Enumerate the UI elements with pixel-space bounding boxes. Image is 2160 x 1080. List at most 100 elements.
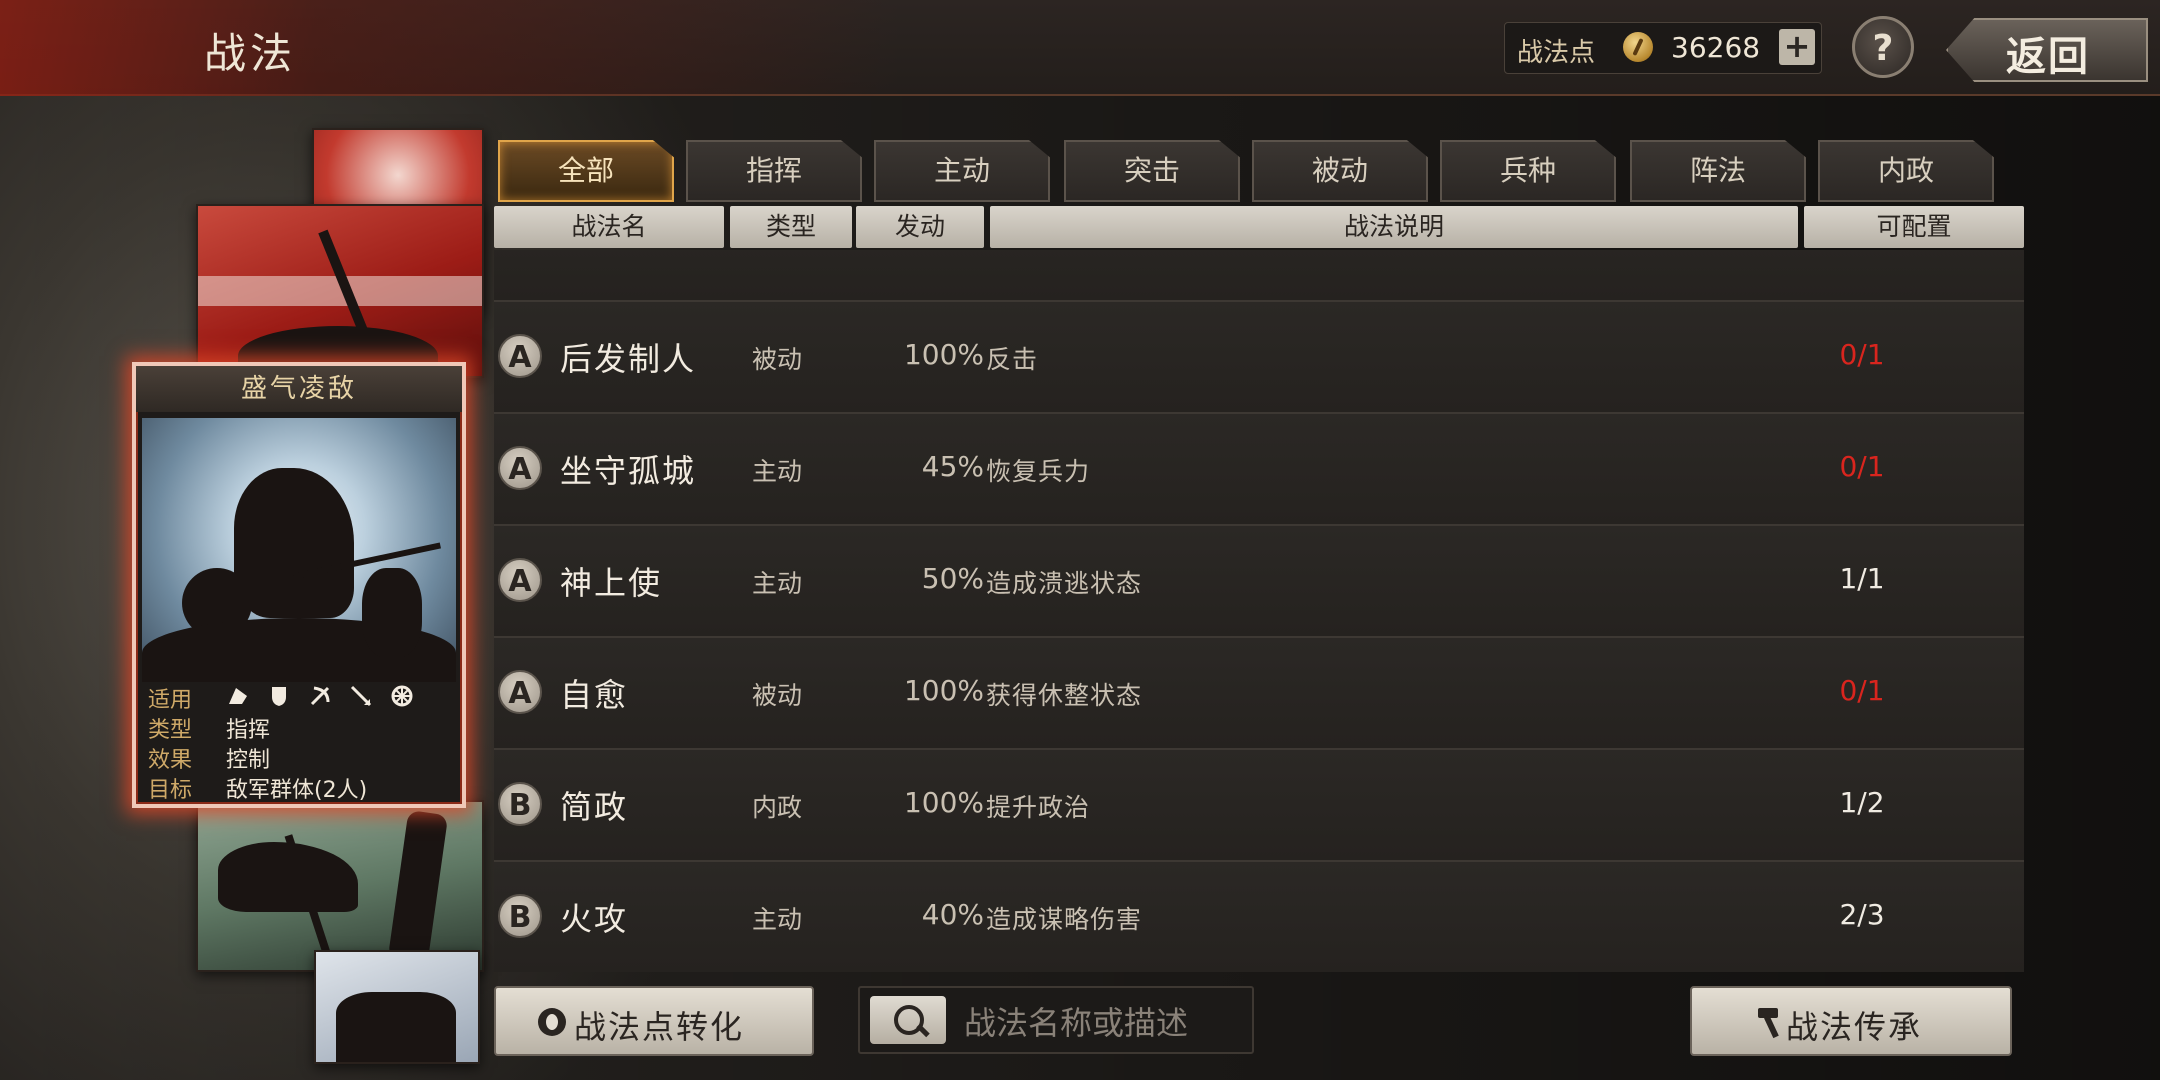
card-info-row: 类型 指挥 — [142, 712, 456, 743]
tab-formation[interactable]: 阵法 — [1630, 140, 1806, 202]
tactic-card-thumbnail[interactable] — [196, 800, 484, 972]
tab-passive[interactable]: 被动 — [1252, 140, 1428, 202]
trigger-rate: 100% — [903, 786, 984, 819]
tactic-type: 主动 — [752, 569, 803, 598]
list-item[interactable]: B 简政 内政 100% 提升政治 1/2 — [494, 750, 2024, 862]
info-value: 控制 — [226, 748, 271, 773]
trigger-rate: 100% — [903, 674, 984, 707]
info-key: 目标 — [148, 778, 193, 803]
tactic-point-icon — [1623, 32, 1653, 62]
tactic-name: 简政 — [560, 788, 629, 826]
tactic-description: 获得休整状态 — [986, 681, 1143, 710]
tactic-description: 反击 — [986, 345, 1039, 374]
grade-badge: B — [498, 782, 542, 826]
convert-points-label: 战法点转化 — [574, 1008, 745, 1046]
config-count: 2/3 — [1839, 898, 1885, 931]
inherit-tactic-button[interactable]: 战法传承 — [1690, 986, 2012, 1056]
tactic-list[interactable]: A 后发制人 被动 100% 反击 0/1 A 坐守孤城 主动 45% 恢复兵力… — [494, 250, 2024, 972]
column-header-description: 战法说明 — [990, 206, 1798, 248]
unit-type-icons — [226, 680, 424, 710]
tab-internal-affairs[interactable]: 内政 — [1818, 140, 1994, 202]
tactic-type: 主动 — [752, 905, 803, 934]
grade-badge: A — [498, 558, 542, 602]
info-value: 敌军群体(2人) — [226, 778, 368, 803]
trigger-rate: 45% — [921, 450, 984, 483]
config-count: 0/1 — [1839, 338, 1885, 371]
tactic-description: 恢复兵力 — [986, 457, 1091, 486]
hammer-icon — [1758, 1008, 1779, 1039]
spear-icon — [350, 685, 372, 707]
tactic-name: 后发制人 — [560, 340, 697, 378]
tactic-name: 火攻 — [560, 900, 629, 938]
list-item[interactable]: A 神上使 主动 50% 造成溃逃状态 1/1 — [494, 526, 2024, 638]
trigger-rate: 50% — [921, 562, 984, 595]
card-info: 适用 类型 指挥 效果 控制 目标 敌军群体(2人) — [142, 680, 456, 803]
tactic-name: 神上使 — [560, 564, 663, 602]
tactic-type: 被动 — [752, 345, 803, 374]
tactic-type: 被动 — [752, 681, 803, 710]
grade-badge: B — [498, 894, 542, 938]
tactic-type: 内政 — [752, 793, 803, 822]
convert-points-button[interactable]: 战法点转化 — [494, 986, 814, 1056]
tab-command[interactable]: 指挥 — [686, 140, 862, 202]
tactic-description: 造成溃逃状态 — [986, 569, 1143, 598]
column-header-trigger[interactable]: 发动 — [856, 206, 984, 248]
card-title: 盛气凌敌 — [136, 366, 462, 412]
column-header-name[interactable]: 战法名 — [494, 206, 724, 248]
tactic-name: 自愈 — [560, 676, 629, 714]
tactic-card-thumbnail[interactable] — [196, 204, 484, 378]
card-info-row: 效果 控制 — [142, 742, 456, 773]
wheel-icon — [391, 685, 413, 707]
column-header-type[interactable]: 类型 — [730, 206, 852, 248]
trigger-rate: 40% — [921, 898, 984, 931]
help-button[interactable]: ? — [1852, 16, 1914, 78]
shield-icon — [272, 687, 286, 706]
selected-tactic-card[interactable]: 盛气凌敌 适用 类型 指挥 效果 控制 目标 敌军群体(2人) — [132, 362, 466, 808]
tab-assault[interactable]: 突击 — [1064, 140, 1240, 202]
tab-active[interactable]: 主动 — [874, 140, 1050, 202]
flame-icon — [538, 1008, 566, 1036]
info-key: 适用 — [148, 688, 193, 713]
top-bar: 战法 战法点 36268 + ? 返回 — [0, 0, 2160, 96]
tactic-description: 造成谋略伤害 — [986, 905, 1143, 934]
search-button[interactable] — [870, 996, 946, 1044]
config-count: 0/1 — [1839, 450, 1885, 483]
page-title: 战法 — [204, 29, 297, 78]
tactic-name: 坐守孤城 — [560, 452, 697, 490]
points-value: 36268 — [1671, 31, 1761, 64]
grade-badge: A — [498, 334, 542, 378]
tab-troop[interactable]: 兵种 — [1440, 140, 1616, 202]
add-points-button[interactable]: + — [1779, 29, 1815, 65]
config-count: 1/1 — [1839, 562, 1885, 595]
card-info-row: 目标 敌军群体(2人) — [142, 772, 456, 803]
bow-icon — [310, 686, 330, 706]
grade-badge: A — [498, 670, 542, 714]
info-key: 类型 — [148, 718, 193, 743]
back-button[interactable]: 返回 — [1946, 18, 2148, 82]
tab-all[interactable]: 全部 — [498, 140, 674, 202]
inherit-tactic-label: 战法传承 — [1786, 1008, 1923, 1046]
config-count: 1/2 — [1839, 786, 1885, 819]
tactic-description: 提升政治 — [986, 793, 1091, 822]
cavalry-icon — [229, 688, 247, 704]
grade-badge: A — [498, 446, 542, 490]
search-input[interactable] — [962, 1002, 1236, 1044]
info-value: 指挥 — [226, 718, 271, 743]
list-item[interactable]: A 自愈 被动 100% 获得休整状态 0/1 — [494, 638, 2024, 750]
card-info-row: 适用 — [142, 680, 456, 713]
column-header-configurable[interactable]: 可配置 — [1804, 206, 2024, 248]
list-item[interactable]: A 后发制人 被动 100% 反击 0/1 — [494, 302, 2024, 414]
trigger-rate: 100% — [903, 338, 984, 371]
list-item[interactable]: B 火攻 主动 40% 造成谋略伤害 2/3 — [494, 862, 2024, 972]
search-box — [858, 986, 1254, 1054]
config-count: 0/1 — [1839, 674, 1885, 707]
info-key: 效果 — [148, 748, 193, 773]
tactic-type: 主动 — [752, 457, 803, 486]
card-artwork — [142, 418, 456, 682]
tactic-card-thumbnail[interactable] — [314, 950, 480, 1064]
list-item[interactable] — [494, 250, 2024, 302]
tactic-points-display: 战法点 36268 + — [1504, 22, 1822, 74]
top-bar-accent — [0, 0, 900, 96]
list-item[interactable]: A 坐守孤城 主动 45% 恢复兵力 0/1 — [494, 414, 2024, 526]
points-label: 战法点 — [1517, 38, 1596, 68]
